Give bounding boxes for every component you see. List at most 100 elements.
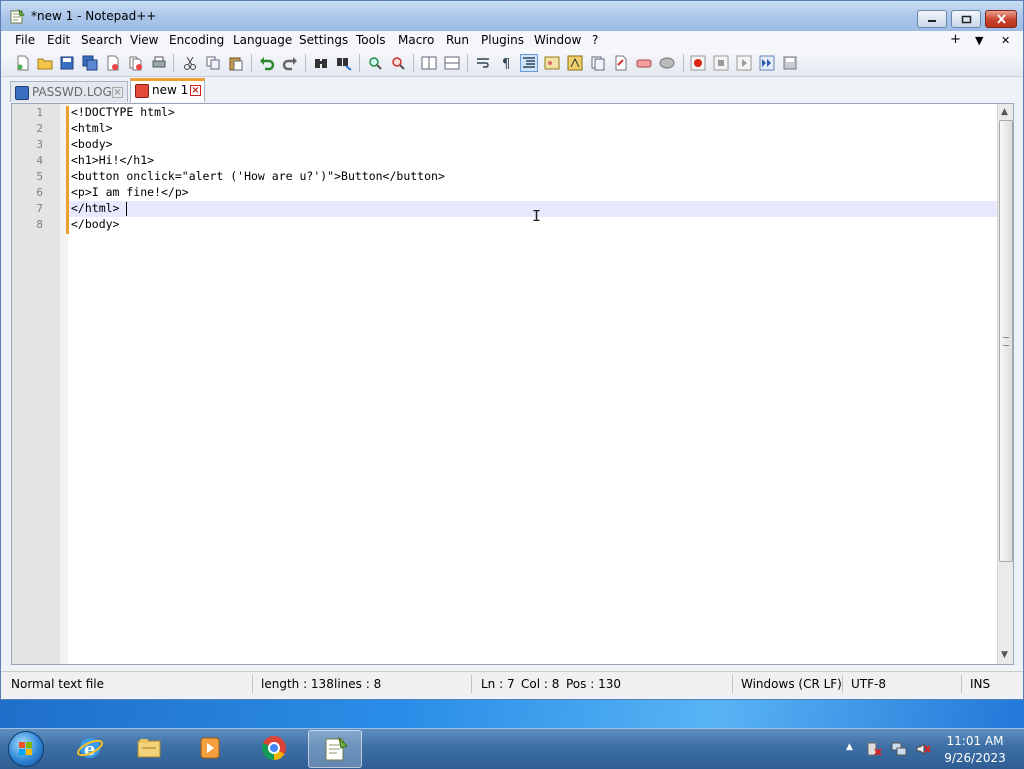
close-all-icon[interactable] (128, 55, 144, 71)
open-file-icon[interactable] (37, 55, 53, 71)
line-number: 6 (36, 186, 43, 199)
status-encoding[interactable]: UTF-8 (851, 677, 886, 691)
menu-file[interactable]: File (15, 33, 35, 47)
monitoring-icon[interactable] (636, 55, 652, 71)
start-button[interactable] (8, 731, 44, 767)
taskbar-media-player[interactable] (183, 730, 237, 768)
menu-search[interactable]: Search (81, 33, 122, 47)
save-all-icon[interactable] (82, 55, 98, 71)
menu-settings[interactable]: Settings (299, 33, 348, 47)
menu-macro[interactable]: Macro (398, 33, 434, 47)
menu-view[interactable]: View (130, 33, 158, 47)
close-tab-icon[interactable]: × (190, 85, 201, 96)
record-macro-icon[interactable] (690, 55, 706, 71)
document-list-icon[interactable] (659, 55, 675, 71)
stop-record-icon[interactable] (713, 55, 729, 71)
sync-horizontal-icon[interactable] (444, 55, 460, 71)
code-line[interactable]: <body> (71, 137, 113, 151)
close-file-icon[interactable] (105, 55, 121, 71)
menu-help[interactable]: ? (592, 33, 598, 47)
line-number: 4 (36, 154, 43, 167)
text-editor[interactable]: 1 2 3 4 5 6 7 8 <!DOCTYPE html> <html> <… (11, 103, 1014, 665)
code-line[interactable]: <!DOCTYPE html> (71, 105, 175, 119)
new-tab-button[interactable]: + (950, 32, 961, 47)
code-line[interactable]: <p>I am fine!</p> (71, 185, 189, 199)
taskbar-internet-explorer[interactable]: e (63, 730, 117, 768)
print-icon[interactable] (151, 55, 167, 71)
zoom-out-icon[interactable] (390, 55, 406, 71)
menu-window[interactable]: Window (534, 33, 581, 47)
close-tab-icon[interactable]: × (112, 87, 123, 98)
tab-new-1[interactable]: new 1 × (130, 78, 205, 102)
taskbar-chrome[interactable] (247, 730, 301, 768)
redo-icon[interactable] (282, 55, 298, 71)
doc-map-icon[interactable] (567, 55, 583, 71)
svg-text:¶: ¶ (502, 57, 510, 71)
code-line[interactable]: <h1>Hi!</h1> (71, 153, 154, 167)
function-list-icon[interactable] (590, 55, 606, 71)
close-tab-menu-button[interactable]: ✕ (1001, 34, 1010, 47)
clock-date[interactable]: 9/26/2023 (940, 751, 1010, 765)
tab-passwd-log[interactable]: PASSWD.LOG × (10, 81, 128, 102)
network-icon[interactable] (891, 741, 907, 757)
action-center-icon[interactable] (866, 741, 882, 757)
paste-icon[interactable] (228, 55, 244, 71)
vertical-scrollbar[interactable]: ▲ ▼ (997, 104, 1013, 664)
status-insert-mode[interactable]: INS (970, 677, 990, 691)
line-number: 3 (36, 138, 43, 151)
scroll-up-icon[interactable]: ▲ (1001, 107, 1008, 117)
run-macro-multiple-icon[interactable] (759, 55, 775, 71)
undo-icon[interactable] (259, 55, 275, 71)
tab-list-button[interactable]: ▼ (975, 34, 983, 47)
code-line[interactable]: </body> (71, 217, 119, 231)
menu-edit[interactable]: Edit (47, 33, 70, 47)
new-file-icon[interactable] (15, 55, 31, 71)
desktop-background (0, 700, 1024, 728)
minimize-button[interactable] (917, 10, 947, 28)
menu-tools[interactable]: Tools (356, 33, 386, 47)
scroll-down-icon[interactable]: ▼ (1001, 650, 1008, 660)
close-window-button[interactable] (985, 10, 1017, 28)
menu-run[interactable]: Run (446, 33, 469, 47)
status-bar: Normal text file length : 138 lines : 8 … (1, 671, 1023, 696)
word-wrap-icon[interactable] (475, 55, 491, 71)
menu-encoding[interactable]: Encoding (169, 33, 224, 47)
maximize-button[interactable] (951, 10, 981, 28)
folder-as-workspace-icon[interactable] (613, 55, 629, 71)
taskbar-notepadpp[interactable] (308, 730, 362, 768)
code-line[interactable]: <button onclick="alert ('How are u?')">B… (71, 169, 445, 183)
line-number: 2 (36, 122, 43, 135)
title-bar[interactable]: *new 1 - Notepad++ (1, 1, 1023, 31)
notepadpp-window: *new 1 - Notepad++ File Edit Search View… (0, 0, 1024, 700)
taskbar-file-explorer[interactable] (122, 730, 176, 768)
indent-guide-icon[interactable] (520, 54, 538, 72)
line-number: 7 (36, 202, 43, 215)
menu-plugins[interactable]: Plugins (481, 33, 524, 47)
code-line[interactable]: </html> (71, 201, 119, 215)
tab-label: PASSWD.LOG (32, 85, 112, 99)
sync-vertical-icon[interactable] (421, 55, 437, 71)
clock-time[interactable]: 11:01 AM (940, 734, 1010, 748)
taskbar: e ▲ 11:01 AM 9/26/2023 (0, 728, 1024, 769)
save-icon[interactable] (59, 55, 75, 71)
toolbar-separator (305, 54, 306, 72)
status-eol[interactable]: Windows (CR LF) (741, 677, 842, 691)
copy-icon[interactable] (205, 55, 221, 71)
replace-icon[interactable] (336, 55, 352, 71)
i-beam-cursor-icon: I (532, 207, 542, 225)
scrollbar-thumb[interactable] (999, 120, 1013, 562)
volume-muted-icon[interactable] (915, 741, 931, 757)
notepadpp-icon (10, 9, 25, 24)
show-hidden-icons-icon[interactable]: ▲ (846, 742, 853, 752)
save-macro-icon[interactable] (782, 55, 798, 71)
udl-icon[interactable] (544, 55, 560, 71)
toolbar-separator (251, 54, 252, 72)
play-macro-icon[interactable] (736, 55, 752, 71)
show-all-chars-icon[interactable]: ¶ (498, 55, 514, 71)
menu-language[interactable]: Language (233, 33, 292, 47)
cut-icon[interactable] (182, 55, 198, 71)
code-line[interactable]: <html> (71, 121, 113, 135)
close-icon (996, 14, 1006, 24)
zoom-in-icon[interactable] (367, 55, 383, 71)
find-icon[interactable] (313, 55, 329, 71)
